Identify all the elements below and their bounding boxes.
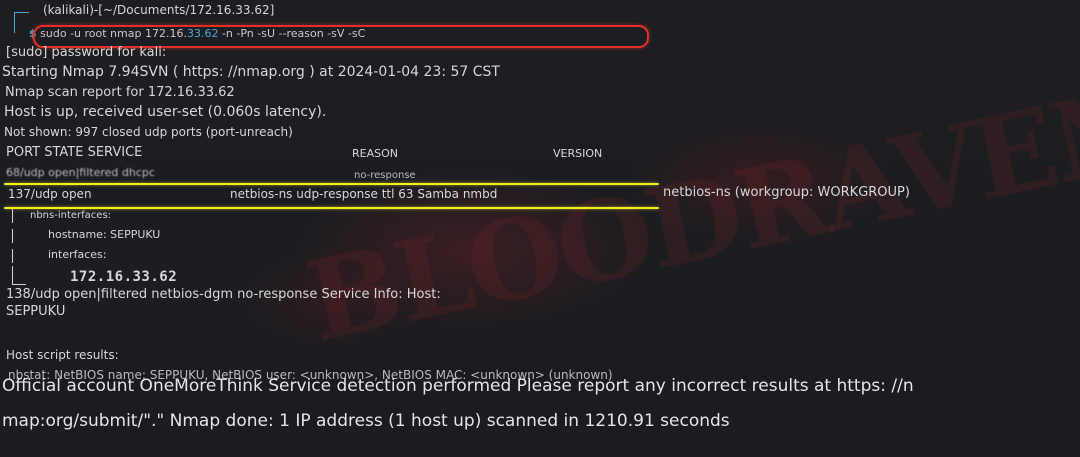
row-138-line2: SEPPUKU (6, 304, 66, 319)
row-138-line1: 138/udp open|filtered netbios-dgm no-res… (6, 287, 441, 302)
sudo-password-prompt: [sudo] password for kali: (6, 45, 167, 60)
prompt-bracket-icon (14, 12, 29, 33)
prompt-header: (kalikali)-[~/Documents/172.16.33.62] (43, 3, 274, 17)
host-script-results: Host script results: (6, 348, 119, 362)
table-header-port-state-service: PORT STATE SERVICE (6, 145, 143, 160)
tree-connector (12, 249, 13, 263)
terminal-window[interactable]: (kalikali)-[~/Documents/172.16.33.62] $ … (0, 0, 1080, 457)
table-header-version: VERSION (553, 147, 603, 160)
row-68-udp: 68/udp open|filtered dhcpc (6, 166, 155, 179)
footer-line-1: Official account OneMoreThink Service de… (2, 376, 914, 396)
row-137-port-state: 137/udp open (8, 187, 92, 201)
row-137-version: netbios-ns (workgroup: WORKGROUP) (663, 185, 910, 200)
nbns-interfaces-title: nbns-interfaces: (30, 210, 112, 221)
tree-connector-foot (12, 284, 26, 285)
nbns-interfaces-label: interfaces: (48, 248, 107, 261)
tree-connector (12, 266, 13, 284)
host-up-line: Host is up, received user-set (0.060s la… (4, 104, 327, 120)
scan-report-line: Nmap scan report for 172.16.33.62 (5, 85, 235, 100)
table-header-reason: REASON (352, 147, 398, 160)
row-68-reason: no-response (354, 170, 416, 181)
tree-connector (12, 209, 13, 223)
yellow-highlight-bottom (4, 207, 659, 209)
nbns-hostname: hostname: SEPPUKU (48, 228, 161, 241)
not-shown-line: Not shown: 997 closed udp ports (port-un… (4, 125, 293, 139)
nmap-start-line: Starting Nmap 7.94SVN ( https: //nmap.or… (2, 64, 500, 80)
row-137-service-reason: netbios-ns udp-response ttl 63 Samba nmb… (230, 187, 498, 201)
yellow-highlight-top (4, 183, 659, 185)
footer-line-2: map:org/submit/"." Nmap done: 1 IP addre… (2, 411, 730, 431)
tree-connector (12, 229, 13, 243)
prompt-path: (kalikali)-[~/Documents/172.16.33.62] (43, 3, 275, 17)
nbns-interface-ip: 172.16.33.62 (70, 269, 178, 285)
